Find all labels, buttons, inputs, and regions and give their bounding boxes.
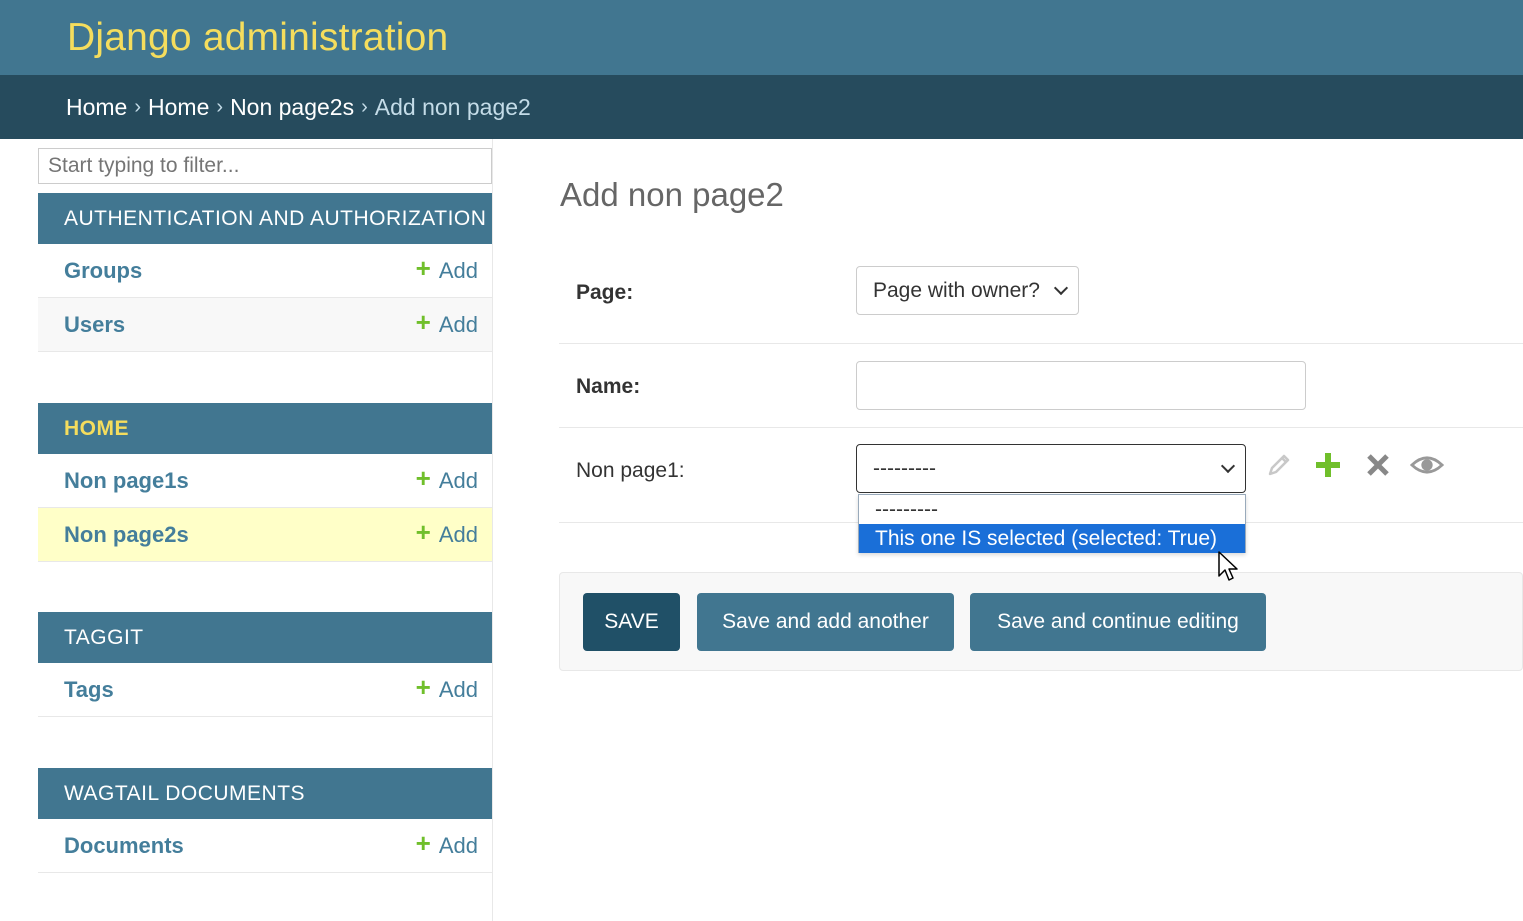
dropdown-option[interactable]: --------- — [859, 495, 1245, 524]
add-documents-link[interactable]: + Add — [415, 827, 478, 859]
plus-icon: + — [415, 306, 431, 337]
model-link-groups[interactable]: Groups — [64, 258, 142, 284]
model-link-tags[interactable]: Tags — [64, 677, 114, 703]
add-users-link[interactable]: + Add — [415, 306, 478, 338]
eye-icon[interactable] — [1410, 448, 1444, 482]
mouse-cursor-icon — [1218, 551, 1238, 581]
module-taggit: TAGGIT Tags + Add — [38, 612, 492, 717]
breadcrumb-app-home[interactable]: Home — [148, 94, 209, 121]
nav-sidebar: AUTHENTICATION AND AUTHORIZATION Groups … — [0, 139, 493, 921]
module-caption[interactable]: TAGGIT — [38, 612, 492, 663]
module-caption[interactable]: AUTHENTICATION AND AUTHORIZATION — [38, 193, 492, 244]
chevron-down-icon — [1220, 458, 1236, 474]
module-caption[interactable]: WAGTAIL DOCUMENTS — [38, 768, 492, 819]
dropdown-option-highlighted[interactable]: This one IS selected (selected: True) — [859, 524, 1245, 553]
site-name[interactable]: Django administration — [67, 16, 448, 60]
non-page1-label: Non page1: — [576, 459, 685, 482]
submit-row: SAVE Save and add another Save and conti… — [559, 572, 1523, 671]
plus-icon: + — [415, 252, 431, 283]
save-and-continue-button[interactable]: Save and continue editing — [970, 593, 1266, 651]
page-select[interactable]: Page with owner? — [856, 266, 1079, 315]
model-link-documents[interactable]: Documents — [64, 833, 184, 859]
plus-icon[interactable] — [1311, 448, 1345, 482]
page-select-value: Page with owner? — [873, 278, 1040, 302]
sidebar-item-non-page2s: Non page2s + Add — [38, 508, 492, 562]
form-row-name: Name: — [559, 361, 1523, 428]
module-caption[interactable]: HOME — [38, 403, 492, 454]
breadcrumb-separator: › — [361, 95, 368, 118]
plus-icon: + — [415, 516, 431, 547]
non-page1-dropdown-list: --------- This one IS selected (selected… — [858, 494, 1246, 553]
breadcrumb: Home › Home › Non page2s › Add non page2 — [0, 75, 1523, 139]
add-non-page2s-link[interactable]: + Add — [415, 516, 478, 548]
save-button[interactable]: SAVE — [583, 593, 680, 651]
add-tags-link[interactable]: + Add — [415, 671, 478, 703]
breadcrumb-non-page2s[interactable]: Non page2s — [230, 94, 354, 121]
non-page1-select[interactable]: --------- — [856, 444, 1246, 493]
sidebar-item-groups: Groups + Add — [38, 244, 492, 298]
model-link-non-page1s[interactable]: Non page1s — [64, 468, 189, 494]
module-auth: AUTHENTICATION AND AUTHORIZATION Groups … — [38, 193, 492, 352]
breadcrumb-home[interactable]: Home — [66, 94, 127, 121]
x-icon[interactable] — [1361, 448, 1395, 482]
sidebar-item-non-page1s: Non page1s + Add — [38, 454, 492, 508]
save-and-add-another-button[interactable]: Save and add another — [697, 593, 954, 651]
module-home: HOME Non page1s + Add Non page2s + Add — [38, 403, 492, 562]
non-page1-select-value: --------- — [873, 456, 936, 480]
name-input[interactable] — [856, 361, 1306, 410]
sidebar-item-tags: Tags + Add — [38, 663, 492, 717]
page-label: Page: — [576, 281, 634, 304]
plus-icon: + — [415, 462, 431, 493]
breadcrumb-separator: › — [216, 95, 224, 118]
breadcrumb-separator: › — [134, 95, 142, 118]
header: Django administration — [0, 0, 1523, 75]
page-title: Add non page2 — [560, 176, 784, 213]
plus-icon: + — [415, 671, 431, 702]
form-row-page: Page: Page with owner? — [559, 266, 1523, 344]
add-groups-link[interactable]: + Add — [415, 252, 478, 284]
add-non-page1s-link[interactable]: + Add — [415, 462, 478, 494]
model-link-users[interactable]: Users — [64, 312, 125, 338]
model-link-non-page2s[interactable]: Non page2s — [64, 522, 189, 548]
plus-icon: + — [415, 827, 431, 858]
breadcrumb-current: Add non page2 — [374, 93, 531, 120]
chevron-down-icon — [1053, 280, 1069, 296]
module-wagtail-documents: WAGTAIL DOCUMENTS Documents + Add — [38, 768, 492, 873]
nav-filter-input[interactable] — [38, 148, 492, 184]
pencil-icon[interactable] — [1262, 448, 1296, 482]
sidebar-item-documents: Documents + Add — [38, 819, 492, 873]
sidebar-item-users: Users + Add — [38, 298, 492, 352]
name-label: Name: — [576, 375, 641, 398]
